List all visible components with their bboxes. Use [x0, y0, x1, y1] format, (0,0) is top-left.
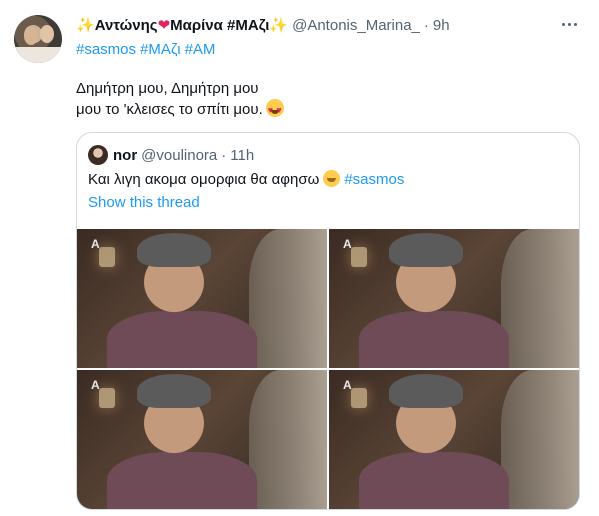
- show-thread-link[interactable]: Show this thread: [88, 194, 200, 211]
- hashtag-link[interactable]: #sasmos: [76, 41, 136, 58]
- hashtag-link[interactable]: #sasmos: [344, 171, 404, 188]
- hashtag-link[interactable]: #AM: [185, 41, 216, 58]
- hashtag-link[interactable]: #ΜΑζι: [140, 41, 181, 58]
- separator-dot: ·: [423, 17, 429, 34]
- sparkle-icon: ✨: [76, 17, 95, 34]
- media-grid: A A A A: [77, 229, 579, 509]
- sparkle-icon: ✨: [269, 17, 289, 34]
- avatar[interactable]: [14, 15, 62, 63]
- separator-dot: ·: [221, 146, 227, 164]
- tweet-text-line: Δημήτρη μου, Δημήτρη μου: [76, 80, 259, 97]
- avatar-person: [24, 27, 38, 45]
- avatar-person: [40, 25, 54, 43]
- heart-eyes-emoji-icon: [265, 99, 284, 121]
- channel-logo: A: [91, 237, 100, 251]
- display-name-part1: Αντώνης: [94, 17, 158, 34]
- quoted-tweet-text: Και λιγη ακομα ομορφια θα αφησω #sasmos: [88, 170, 405, 188]
- avatar-shirt: [14, 47, 62, 63]
- hashtag-line: #sasmos #ΜΑζι #AM: [76, 40, 219, 60]
- display-name-part2: Μαρίνα #ΜΑζι: [170, 17, 270, 34]
- quoted-user-handle[interactable]: @voulinora: [141, 147, 217, 164]
- quoted-timestamp[interactable]: 11h: [230, 147, 254, 164]
- media-image[interactable]: A: [77, 229, 327, 368]
- tweet-text: Δημήτρη μου, Δημήτρη μου μου το 'κλεισες…: [76, 78, 284, 121]
- user-handle[interactable]: @Antonis_Marina_: [292, 16, 420, 36]
- quoted-display-name[interactable]: nor: [113, 147, 137, 164]
- media-image[interactable]: A: [77, 370, 327, 509]
- channel-logo: A: [343, 378, 352, 392]
- tweet-header: ✨Αντώνης❤Μαρίνα #ΜΑζι✨ @Antonis_Marina_ …: [76, 16, 450, 36]
- display-name[interactable]: ✨Αντώνης❤Μαρίνα #ΜΑζι✨: [76, 16, 288, 36]
- quoted-tweet-header: nor @voulinora · 11h: [88, 145, 254, 165]
- hugging-face-emoji-icon: [323, 170, 341, 187]
- channel-logo: A: [343, 237, 352, 251]
- quoted-avatar[interactable]: [88, 145, 108, 165]
- media-image[interactable]: A: [329, 229, 579, 368]
- timestamp[interactable]: 9h: [433, 16, 450, 36]
- more-options-icon[interactable]: [557, 14, 581, 34]
- quoted-tweet[interactable]: nor @voulinora · 11h Και λιγη ακομα ομορ…: [76, 132, 580, 510]
- heart-icon: ❤: [157, 17, 171, 34]
- channel-logo: A: [91, 378, 100, 392]
- tweet-text-line: μου το 'κλεισες το σπίτι μου.: [76, 99, 284, 121]
- media-image[interactable]: A: [329, 370, 579, 509]
- tweet[interactable]: ✨Αντώνης❤Μαρίνα #ΜΑζι✨ @Antonis_Marina_ …: [0, 0, 599, 516]
